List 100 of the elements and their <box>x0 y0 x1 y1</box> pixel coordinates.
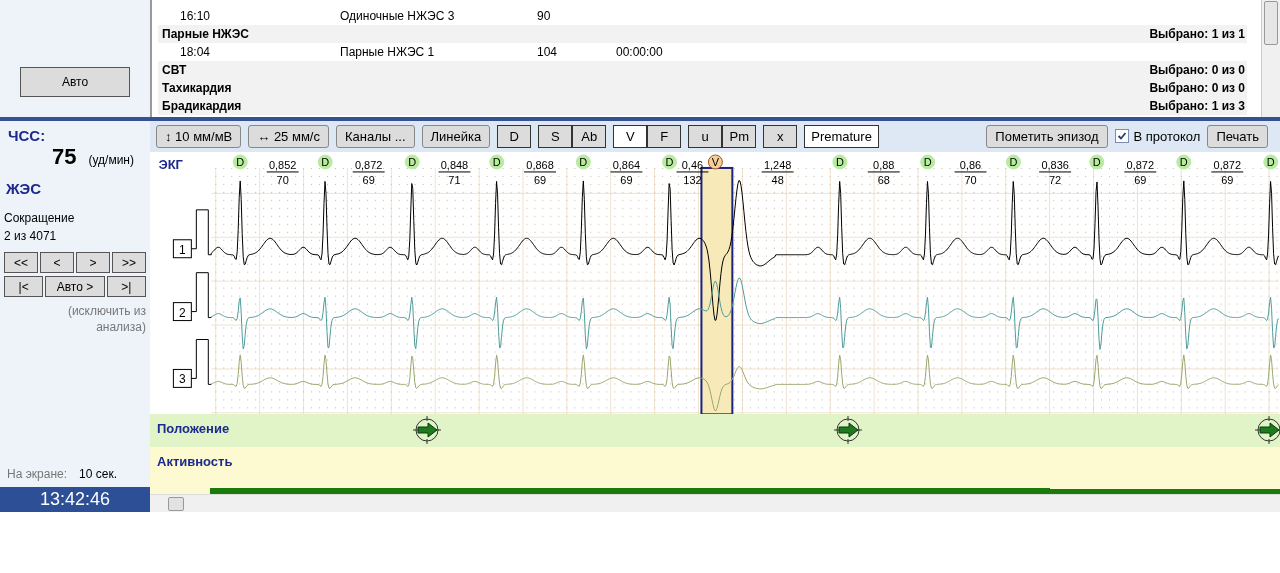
heart-rate-label: ЧСС: <box>8 127 47 144</box>
calibration-pulse-icon <box>190 338 212 385</box>
beat-type-toggle[interactable]: Pm <box>722 124 757 148</box>
toolbar-button[interactable]: ↔ 25 мм/с <box>248 124 329 148</box>
group-summary: Выбрано: 0 из 0 <box>1149 81 1245 95</box>
beat-marker[interactable]: D <box>662 154 677 170</box>
channel-number-frame <box>172 239 192 259</box>
heart-rate-reading: 69 <box>533 173 547 186</box>
event-name: Парные НЖЭС 1 <box>340 45 436 59</box>
event-name: Одиночные НЖЭС 3 <box>340 9 456 23</box>
group-summary: Выбрано: 1 из 1 <box>1149 27 1245 41</box>
event-value: 90 <box>537 9 552 23</box>
rr-interval: 0,872 <box>354 158 383 171</box>
heart-rate-reading: 68 <box>877 173 890 186</box>
ventricular-beat-marker[interactable]: V <box>707 154 723 170</box>
posture-arrow-icon <box>1255 416 1280 445</box>
navigation-button[interactable]: < <box>40 252 74 273</box>
protocol-label: В протокол <box>1133 128 1201 144</box>
activity-label: Активность <box>156 453 233 470</box>
rr-interval: 0,848 <box>440 158 469 171</box>
beat-type-toggle[interactable]: Ab <box>572 124 607 148</box>
clock-time: 13:42:46 <box>0 487 150 512</box>
beat-marker[interactable]: D <box>1089 154 1105 170</box>
heart-rate-reading: 69 <box>1134 173 1147 186</box>
protocol-checkbox[interactable] <box>1114 129 1129 144</box>
rr-interval: 0,86 <box>959 158 982 171</box>
beat-type-toggle[interactable]: D <box>497 124 532 148</box>
beat-marker[interactable]: D <box>575 154 591 170</box>
beat-marker[interactable]: D <box>1263 154 1279 170</box>
toolbar-button[interactable]: Линейка <box>421 124 491 148</box>
rr-interval: 0,864 <box>612 158 641 171</box>
beat-marker[interactable]: D <box>404 154 420 170</box>
beat-type-toggle[interactable]: u <box>688 124 723 148</box>
rr-interval: 0,872 <box>1213 158 1241 171</box>
rr-interval: 0,88 <box>873 158 895 171</box>
heart-rate-reading: 70 <box>276 173 289 186</box>
navigation-button[interactable]: >> <box>112 252 146 273</box>
rr-interval: 0,872 <box>1126 158 1155 171</box>
heart-rate-reading: 132 <box>683 173 702 186</box>
channel-number-frame <box>172 368 192 388</box>
rr-interval: 0,836 <box>1041 158 1069 171</box>
beat-type-toggle[interactable]: Premature <box>804 124 879 148</box>
navigation-button[interactable]: > <box>76 252 110 273</box>
beat-type-toggle[interactable]: S <box>538 124 573 148</box>
rr-interval: 0,868 <box>526 158 554 171</box>
screen-span-label: На экране: <box>7 467 68 481</box>
heart-rate-reading: 69 <box>620 173 633 186</box>
rr-interval: 0,46 <box>681 158 704 171</box>
calibration-pulse-icon <box>190 272 212 318</box>
heart-rate-reading: 69 <box>1221 173 1234 186</box>
exclude-note: (исключить из анализа) <box>66 303 146 335</box>
print-button[interactable]: Печать <box>1207 124 1268 148</box>
toolbar-button[interactable]: Каналы ... <box>335 124 415 148</box>
screen-span-value: 10 сек. <box>79 467 117 481</box>
horizontal-scrollbar[interactable] <box>150 494 1280 512</box>
channel-number: 2 <box>179 305 186 320</box>
group-name: Парные НЖЭС <box>162 27 249 41</box>
heart-rate-reading: 69 <box>362 173 375 186</box>
beat-marker[interactable]: D <box>1176 154 1192 170</box>
group-summary: Выбрано: 0 из 0 <box>1149 63 1245 77</box>
beat-type-toggle[interactable]: V <box>613 124 648 148</box>
navigation-button[interactable]: |< <box>4 276 44 297</box>
beat-marker[interactable]: D <box>489 154 505 170</box>
beat-type-toggle[interactable]: F <box>647 124 682 148</box>
posture-arrow-icon <box>834 416 862 445</box>
heart-rate-value: 75 <box>52 144 77 170</box>
group-summary: Выбрано: 1 из 3 <box>1149 99 1245 113</box>
toolbar-button[interactable]: ↕ 10 мм/мВ <box>156 124 242 148</box>
event-value: 104 <box>537 45 559 59</box>
vertical-scrollbar[interactable] <box>1261 0 1280 117</box>
calibration-pulse-icon <box>190 209 212 256</box>
rr-interval: 0,852 <box>269 158 297 171</box>
beat-marker[interactable]: D <box>317 154 333 170</box>
mark-episode-button[interactable]: Пометить эпизод <box>986 124 1108 148</box>
navigation-button[interactable]: << <box>4 252 38 273</box>
heart-rate-reading: 48 <box>771 173 784 186</box>
beat-position: 2 из 4071 <box>4 229 58 243</box>
beat-class: ЖЭС <box>6 180 43 197</box>
navigation-button[interactable]: Авто > <box>45 276 105 297</box>
group-name: СВТ <box>162 63 187 77</box>
channel-number: 1 <box>179 242 186 257</box>
channel-number: 3 <box>179 372 186 387</box>
heart-rate-reading: 70 <box>964 173 977 186</box>
channel-number-frame <box>172 302 192 321</box>
beat-marker[interactable]: D <box>1005 154 1021 170</box>
group-name: Брадикардия <box>162 99 242 113</box>
posture-arrow-icon <box>413 416 441 445</box>
heart-rate-reading: 72 <box>1049 173 1062 186</box>
auto-button[interactable]: Авто <box>20 67 130 97</box>
navigation-button[interactable]: >| <box>106 276 146 297</box>
event-time: 16:10 <box>180 9 212 23</box>
beat-marker[interactable]: D <box>832 154 848 170</box>
beat-marker[interactable]: D <box>232 154 248 170</box>
ecg-label: ЭКГ <box>158 156 183 172</box>
event-time: 18:04 <box>180 45 212 59</box>
rr-interval: 1,248 <box>763 158 792 171</box>
beat-marker[interactable]: D <box>920 154 936 170</box>
beat-type-toggle[interactable]: x <box>763 124 798 148</box>
event-duration: 00:00:00 <box>616 45 663 59</box>
beat-label: Сокращение <box>4 211 76 225</box>
